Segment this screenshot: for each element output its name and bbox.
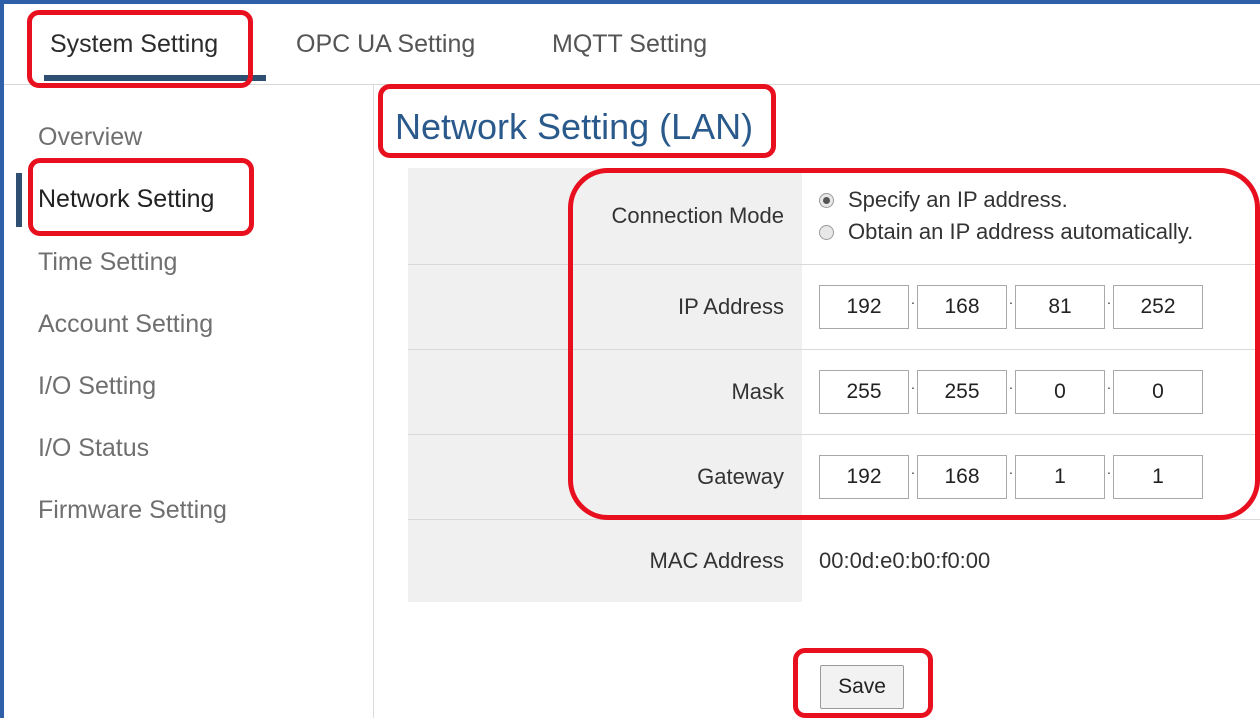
octet-separator: .: [1107, 291, 1111, 307]
octet-separator: .: [911, 376, 915, 392]
mask-label: Mask: [408, 350, 802, 434]
ip-octet-2[interactable]: [917, 285, 1007, 329]
octet-separator: .: [911, 461, 915, 477]
radio-label-specify-ip: Specify an IP address.: [848, 187, 1068, 212]
sidebar-item-io-setting[interactable]: I/O Setting: [38, 372, 156, 401]
octet-separator: .: [911, 291, 915, 307]
tab-system-setting[interactable]: System Setting: [50, 30, 218, 59]
save-button[interactable]: Save: [820, 665, 904, 709]
octet-separator: .: [1107, 461, 1111, 477]
octet-separator: .: [1009, 291, 1013, 307]
gateway-octet-4[interactable]: [1113, 455, 1203, 499]
sidebar-item-time-setting[interactable]: Time Setting: [38, 248, 177, 277]
active-tab-indicator: [44, 75, 266, 81]
gateway-octet-3[interactable]: [1015, 455, 1105, 499]
gateway-octet-2[interactable]: [917, 455, 1007, 499]
sidebar-divider: [373, 85, 374, 718]
octet-separator: .: [1009, 461, 1013, 477]
tab-mqtt-setting[interactable]: MQTT Setting: [552, 30, 707, 59]
active-nav-indicator: [16, 173, 22, 227]
ip-octet-1[interactable]: [819, 285, 909, 329]
mac-address-label: MAC Address: [408, 520, 802, 602]
ip-address-label: IP Address: [408, 265, 802, 349]
ip-address-row: IP Address . . .: [408, 264, 1260, 349]
sidebar: Overview Network Setting Time Setting Ac…: [4, 85, 374, 718]
gateway-row: Gateway . . .: [408, 434, 1260, 519]
ip-octet-4[interactable]: [1113, 285, 1203, 329]
tab-opc-ua-setting[interactable]: OPC UA Setting: [296, 30, 475, 59]
sidebar-item-firmware-setting[interactable]: Firmware Setting: [38, 496, 227, 525]
radio-specify-ip[interactable]: Specify an IP address.: [819, 187, 1193, 213]
top-tab-bar: System Setting OPC UA Setting MQTT Setti…: [4, 4, 1260, 85]
radio-label-obtain-ip: Obtain an IP address automatically.: [848, 219, 1194, 244]
radio-button-obtain-ip[interactable]: [819, 224, 834, 240]
mask-octet-4[interactable]: [1113, 370, 1203, 414]
mask-octet-1[interactable]: [819, 370, 909, 414]
radio-button-specify-ip[interactable]: [819, 192, 834, 208]
octet-separator: .: [1009, 376, 1013, 392]
network-settings-form: Connection Mode Specify an IP address. O…: [408, 168, 1260, 602]
mask-row: Mask . . .: [408, 349, 1260, 434]
mask-octet-3[interactable]: [1015, 370, 1105, 414]
mac-address-row: MAC Address 00:0d:e0:b0:f0:00: [408, 519, 1260, 602]
gateway-label: Gateway: [408, 435, 802, 519]
ip-octet-3[interactable]: [1015, 285, 1105, 329]
page-title: Network Setting (LAN): [395, 106, 754, 147]
connection-mode-options: Specify an IP address. Obtain an IP addr…: [802, 168, 1260, 264]
connection-mode-label: Connection Mode: [408, 168, 802, 264]
connection-mode-row: Connection Mode Specify an IP address. O…: [408, 168, 1260, 264]
sidebar-item-network-setting[interactable]: Network Setting: [38, 185, 214, 214]
gateway-field: . . .: [819, 455, 1203, 499]
octet-separator: .: [1107, 376, 1111, 392]
sidebar-item-io-status[interactable]: I/O Status: [38, 434, 149, 463]
mask-octet-2[interactable]: [917, 370, 1007, 414]
sidebar-item-account-setting[interactable]: Account Setting: [38, 310, 213, 339]
mac-address-value: 00:0d:e0:b0:f0:00: [819, 548, 991, 573]
sidebar-item-overview[interactable]: Overview: [38, 123, 142, 152]
ip-address-field: . . .: [819, 285, 1203, 329]
mask-field: . . .: [819, 370, 1203, 414]
radio-obtain-ip-automatically[interactable]: Obtain an IP address automatically.: [819, 219, 1193, 245]
gateway-octet-1[interactable]: [819, 455, 909, 499]
